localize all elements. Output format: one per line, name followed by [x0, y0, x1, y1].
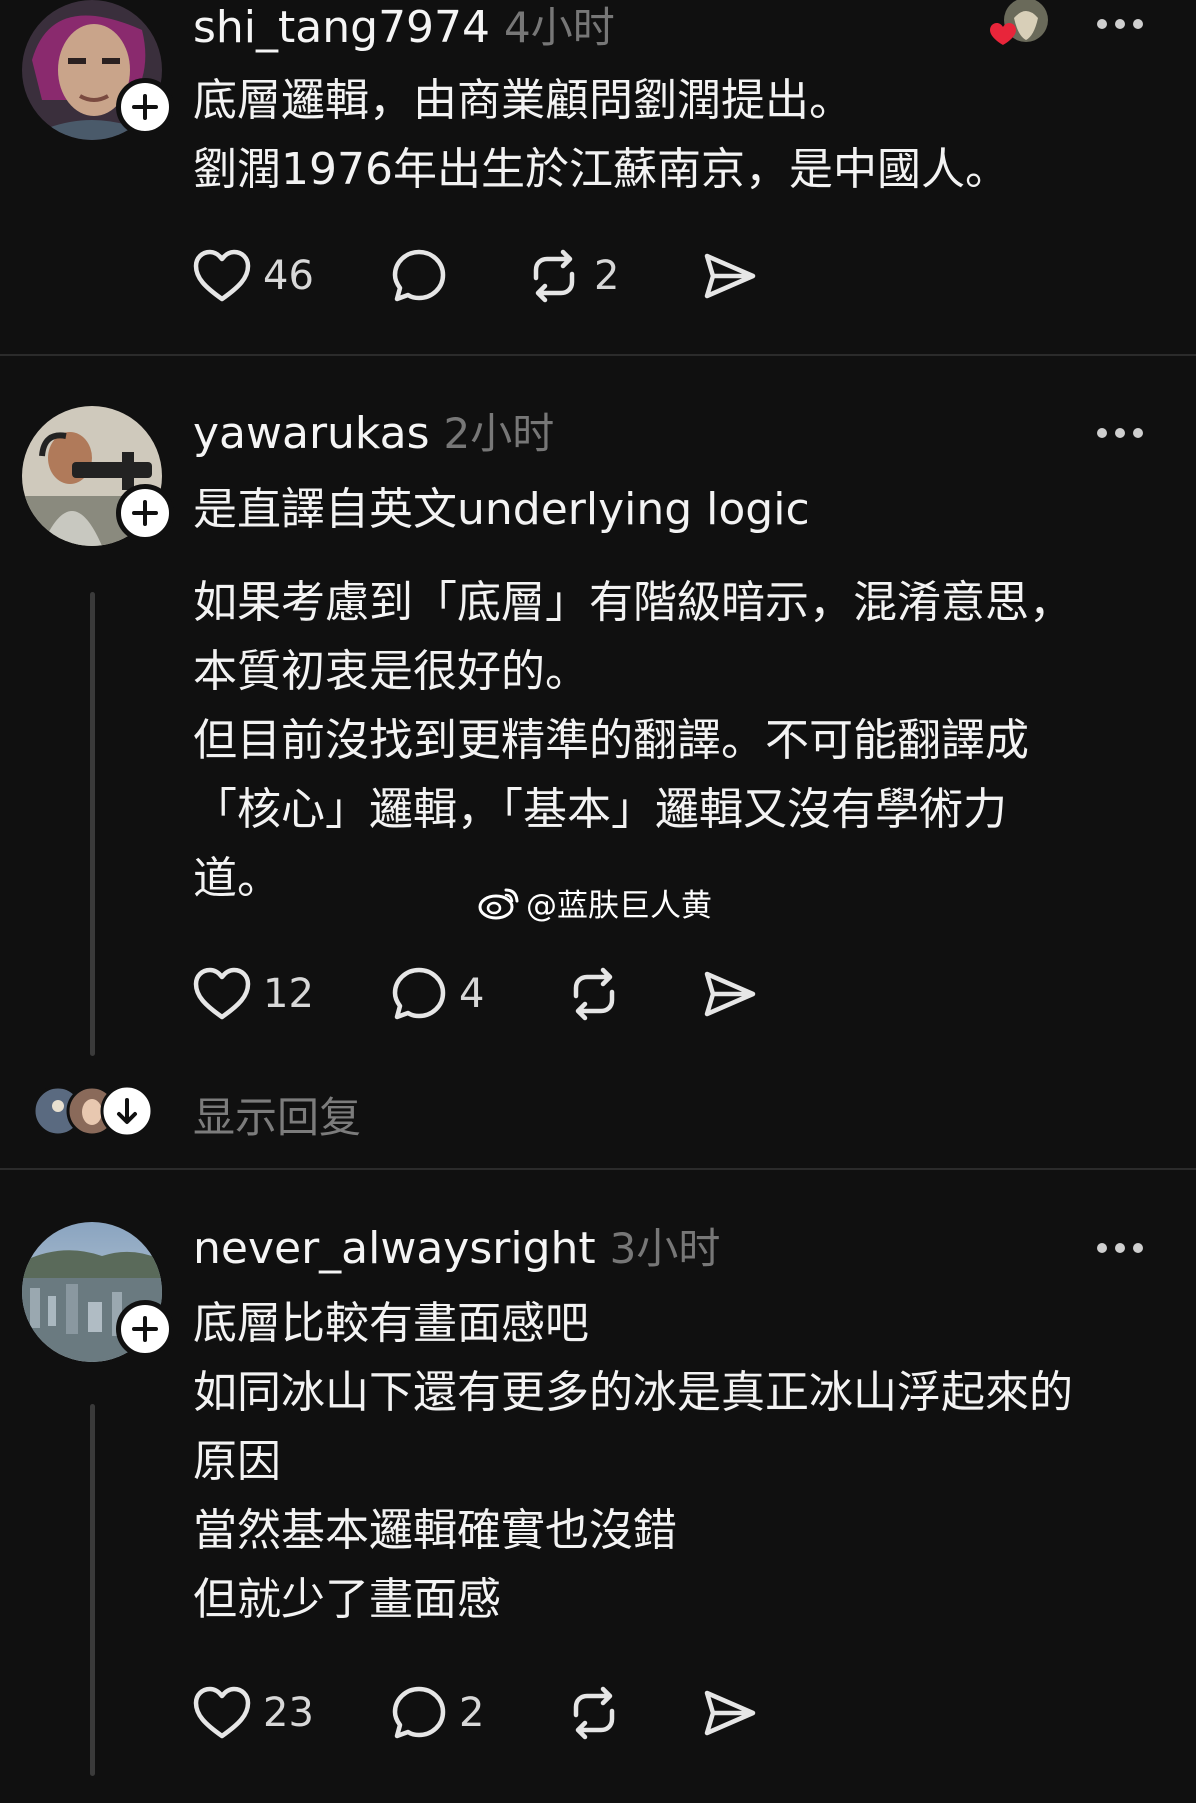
post-text-line: 如果考慮到「底層」有階級暗示，混淆意思，	[193, 577, 1073, 628]
post-text-line: 底層比較有畫面感吧	[193, 1298, 589, 1349]
plus-icon	[132, 94, 158, 120]
post-text-line: 本質初衷是很好的。	[193, 646, 589, 697]
post-text-line: 「核心」邏輯，「基本」邏輯又沒有學術力	[193, 784, 1007, 835]
post-body: 底層比較有畫面感吧 如同冰山下還有更多的冰是真正冰山浮起來的 原因 當然基本邏輯…	[193, 1289, 1183, 1634]
post-body: 是直譯自英文underlying logic	[193, 475, 1183, 544]
comment-icon	[392, 249, 446, 302]
share-icon	[704, 971, 756, 1017]
repost-icon	[533, 249, 575, 303]
post-body: 底層邏輯，由商業顧問劉潤提出。 劉潤1976年出生於江蘇南京，是中國人。	[193, 66, 1183, 204]
thread-line	[90, 1404, 95, 1776]
plus-icon	[132, 1316, 158, 1342]
share-icon	[704, 1690, 756, 1736]
follow-button[interactable]	[116, 78, 174, 136]
comment-button[interactable]: 2	[391, 1683, 484, 1743]
comment-icon	[392, 967, 446, 1020]
thread-line	[90, 592, 95, 1056]
username[interactable]: shi_tang7974	[193, 2, 490, 53]
post-text-line: 底層邏輯，由商業顧問劉潤提出。	[193, 75, 853, 126]
comment-button[interactable]: 4	[391, 964, 484, 1024]
share-icon	[704, 253, 756, 299]
repost-icon	[573, 1686, 615, 1740]
heart-icon	[193, 249, 251, 302]
share-button[interactable]	[701, 246, 757, 306]
watermark: @蓝肤巨人黄	[478, 880, 712, 925]
like-count: 12	[263, 971, 314, 1017]
comment-count: 2	[459, 1690, 485, 1736]
username[interactable]: yawarukas	[193, 408, 430, 459]
follow-button[interactable]	[116, 1300, 174, 1358]
post-text-line: 當然基本邏輯確實也沒錯	[193, 1505, 677, 1556]
more-icon[interactable]	[1096, 1242, 1144, 1254]
comment-count: 4	[459, 971, 485, 1017]
post-header: yawarukas 2小时	[193, 400, 554, 461]
post-text-line: 但就少了畫面感	[193, 1574, 501, 1625]
post-header: never_alwaysright 3小时	[193, 1215, 720, 1276]
post-text-line: 劉潤1976年出生於江蘇南京，是中國人。	[193, 144, 1009, 195]
like-button[interactable]: 46	[193, 246, 314, 306]
like-button[interactable]: 12	[193, 964, 314, 1024]
repost-button[interactable]: 2	[526, 246, 619, 306]
avatar-wrapper	[22, 0, 174, 140]
comment-icon	[392, 1686, 446, 1739]
comment-button[interactable]	[391, 246, 447, 306]
post-divider	[0, 354, 1196, 356]
more-icon[interactable]	[1096, 427, 1144, 439]
repost-button[interactable]	[566, 1683, 622, 1743]
plus-icon	[132, 500, 158, 526]
like-button[interactable]: 23	[193, 1683, 314, 1743]
reply-avatars[interactable]	[32, 1084, 154, 1138]
repost-count: 2	[594, 253, 620, 299]
weibo-icon	[478, 888, 519, 919]
post-text-line: 但目前沒找到更精準的翻譯。不可能翻譯成	[193, 715, 1029, 766]
heart-icon	[193, 1686, 251, 1739]
watermark-text: @蓝肤巨人黄	[526, 888, 712, 924]
post-text-line: 是直譯自英文underlying logic	[193, 484, 810, 535]
post-body-paragraph: 如果考慮到「底層」有階級暗示，混淆意思， 本質初衷是很好的。 但目前沒找到更精準…	[193, 568, 1183, 913]
heart-icon	[193, 967, 251, 1020]
post-divider	[0, 1168, 1196, 1170]
post-time: 4小时	[504, 3, 615, 52]
repost-icon	[573, 967, 615, 1021]
post-text-line: 如同冰山下還有更多的冰是真正冰山浮起來的	[193, 1367, 1073, 1418]
post-time: 3小时	[609, 1224, 721, 1273]
avatar-wrapper	[22, 406, 174, 546]
follow-button[interactable]	[116, 484, 174, 542]
post-text-line: 原因	[193, 1436, 281, 1487]
avatar-wrapper	[22, 1222, 174, 1362]
liked-by-author-indicator	[978, 0, 1048, 56]
post-time: 2小时	[443, 409, 555, 458]
username[interactable]: never_alwaysright	[193, 1223, 596, 1274]
like-count: 23	[263, 1690, 314, 1736]
post-header: shi_tang7974 4小时	[193, 0, 615, 55]
show-replies-link[interactable]: 显示回复	[193, 1084, 361, 1145]
share-button[interactable]	[701, 1683, 757, 1743]
like-count: 46	[263, 253, 314, 299]
more-icon[interactable]	[1096, 18, 1144, 30]
repost-button[interactable]	[566, 964, 622, 1024]
share-button[interactable]	[701, 964, 757, 1024]
